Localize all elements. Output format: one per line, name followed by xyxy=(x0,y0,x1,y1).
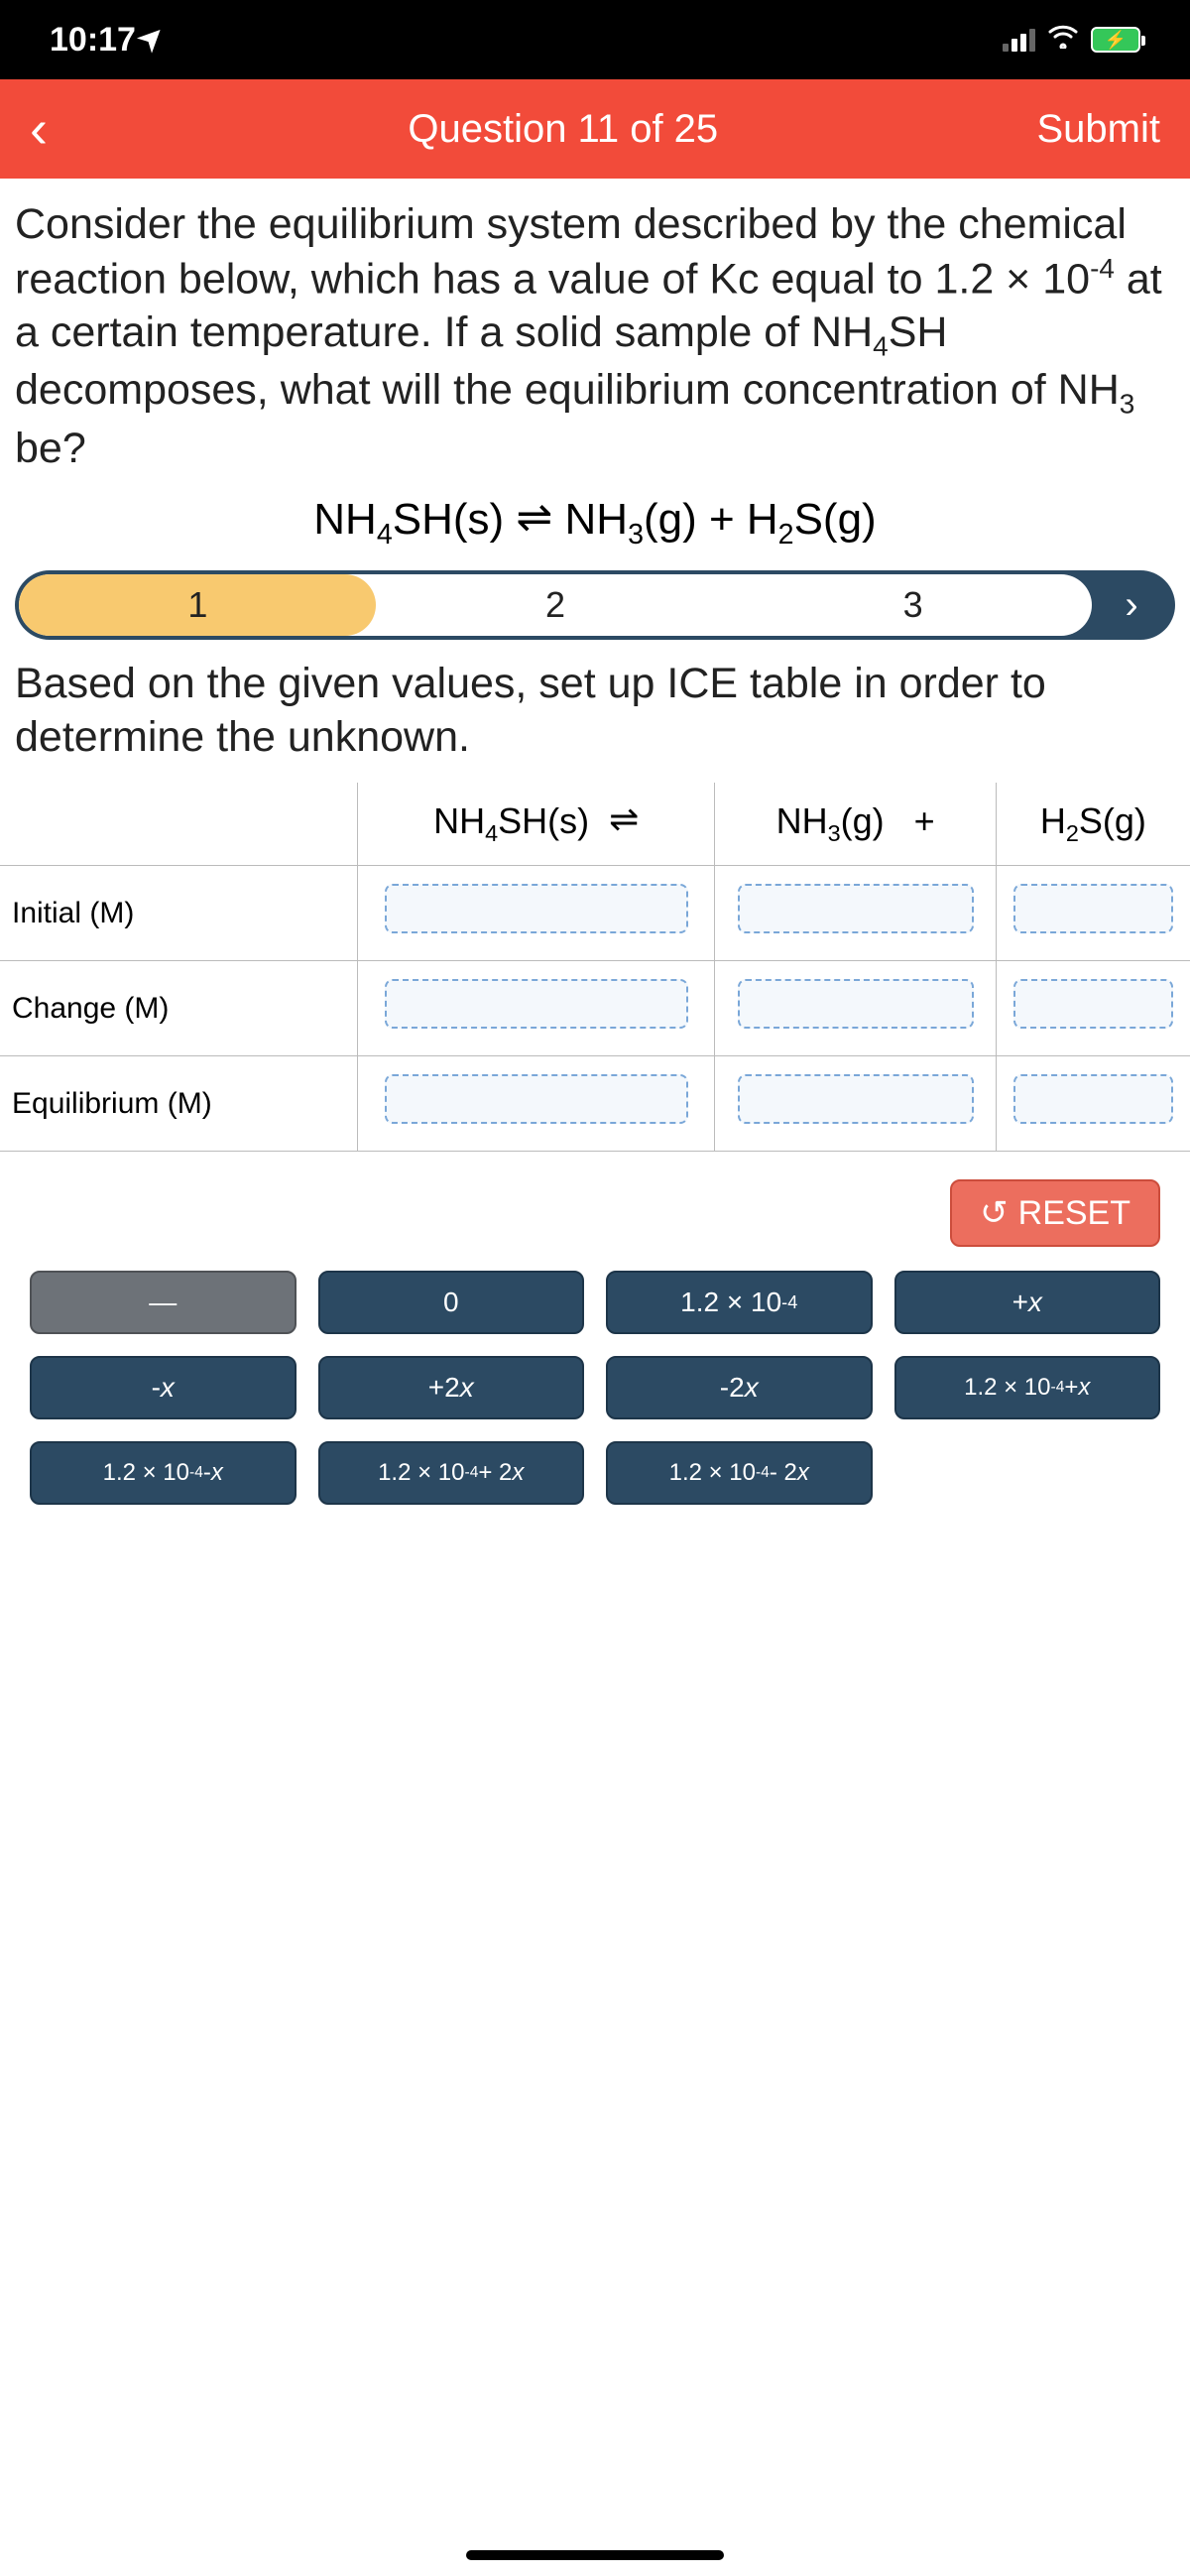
location-icon: ➤ xyxy=(130,17,173,60)
step-instruction: Based on the given values, set up ICE ta… xyxy=(0,658,1190,783)
slot-eq-nh3[interactable] xyxy=(738,1074,974,1124)
reset-button[interactable]: ↺ RESET xyxy=(950,1179,1160,1247)
row-label-change: Change (M) xyxy=(0,961,358,1056)
step-3[interactable]: 3 xyxy=(734,584,1092,626)
chip-zero[interactable]: 0 xyxy=(318,1271,585,1334)
chip-plus-2x[interactable]: +2x xyxy=(318,1356,585,1419)
row-label-initial: Initial (M) xyxy=(0,866,358,961)
signal-icon xyxy=(1003,29,1035,52)
question-text: Consider the equilibrium system describe… xyxy=(15,198,1175,476)
chip-kc-plus-x[interactable]: 1.2 × 10-4 + x xyxy=(894,1356,1161,1419)
table-row: Change (M) xyxy=(0,961,1190,1056)
col-header-nh3: NH3(g) + xyxy=(715,783,996,866)
chip-plus-x[interactable]: +x xyxy=(894,1271,1161,1334)
ice-table: NH4SH(s) ⇌ NH3(g) + H2S(g) Initial (M) C… xyxy=(0,783,1190,1152)
chip-kc-plus-2x[interactable]: 1.2 × 10-4 + 2x xyxy=(318,1441,585,1505)
chip-kc-minus-x[interactable]: 1.2 × 10-4 - x xyxy=(30,1441,297,1505)
battery-charging-icon: ⚡ xyxy=(1091,27,1140,53)
slot-initial-h2s[interactable] xyxy=(1013,884,1173,933)
answer-chips: — 0 1.2 × 10-4 +x -x +2x -2x 1.2 × 10-4 … xyxy=(0,1259,1190,1517)
step-track: 1 2 3 xyxy=(19,574,1092,636)
slot-initial-nh4sh[interactable] xyxy=(385,884,688,933)
table-row: Equilibrium (M) xyxy=(0,1056,1190,1152)
chip-minus-x[interactable]: -x xyxy=(30,1356,297,1419)
step-1[interactable]: 1 xyxy=(19,584,377,626)
status-bar: 10:17➤ ⚡ xyxy=(0,0,1190,79)
question-content: Consider the equilibrium system describe… xyxy=(0,179,1190,551)
wifi-icon xyxy=(1047,24,1079,56)
reset-icon: ↺ xyxy=(980,1193,1009,1233)
step-2[interactable]: 2 xyxy=(377,584,735,626)
chip-minus-2x[interactable]: -2x xyxy=(606,1356,873,1419)
slot-change-h2s[interactable] xyxy=(1013,979,1173,1029)
table-corner xyxy=(0,783,358,866)
slot-eq-h2s[interactable] xyxy=(1013,1074,1173,1124)
col-header-h2s: H2S(g) xyxy=(996,783,1190,866)
reaction-equation: NH4SH(s) ⇌ NH3(g) + H2S(g) xyxy=(15,494,1175,552)
chip-kc[interactable]: 1.2 × 10-4 xyxy=(606,1271,873,1334)
status-right: ⚡ xyxy=(1003,24,1140,56)
slot-initial-nh3[interactable] xyxy=(738,884,974,933)
chip-dash[interactable]: — xyxy=(30,1271,297,1334)
row-label-equilibrium: Equilibrium (M) xyxy=(0,1056,358,1152)
header-title: Question 11 of 25 xyxy=(89,107,1037,152)
reset-row: ↺ RESET xyxy=(0,1152,1190,1259)
app-header: ‹ Question 11 of 25 Submit xyxy=(0,79,1190,179)
submit-button[interactable]: Submit xyxy=(1037,107,1161,152)
chip-kc-minus-2x[interactable]: 1.2 × 10-4 - 2x xyxy=(606,1441,873,1505)
status-time: 10:17➤ xyxy=(50,21,167,60)
col-header-nh4sh: NH4SH(s) ⇌ xyxy=(358,783,715,866)
slot-eq-nh4sh[interactable] xyxy=(385,1074,688,1124)
step-indicator: 1 2 3 › xyxy=(15,570,1175,640)
home-indicator[interactable] xyxy=(466,2550,724,2560)
step-next-button[interactable]: › xyxy=(1092,574,1171,636)
slot-change-nh4sh[interactable] xyxy=(385,979,688,1029)
table-row: Initial (M) xyxy=(0,866,1190,961)
back-button[interactable]: ‹ xyxy=(30,98,89,160)
reset-label: RESET xyxy=(1018,1194,1130,1233)
slot-change-nh3[interactable] xyxy=(738,979,974,1029)
